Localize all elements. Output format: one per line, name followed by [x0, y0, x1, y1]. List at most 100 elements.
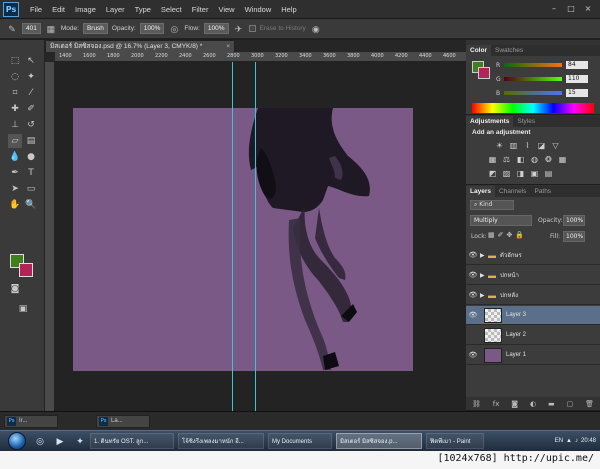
layer-row[interactable]: 👁 ▶ ▬ ตัวอักษร — [466, 246, 600, 265]
taskbar-button[interactable]: 1. ดินทรัย OST. ลูก... — [90, 433, 174, 449]
expand-arrow-icon[interactable]: ▶ — [480, 252, 488, 259]
eraser-tool-icon[interactable]: ✎ — [6, 23, 18, 35]
tab-adjustments[interactable]: Adjustments — [466, 116, 514, 127]
blend-mode-select[interactable]: Multiply — [470, 215, 532, 226]
gradient-tool-icon[interactable]: ▤ — [24, 134, 38, 148]
move-tool-icon[interactable]: ↖ — [24, 54, 38, 68]
tab-swatches[interactable]: Swatches — [491, 45, 527, 56]
menu-file[interactable]: File — [25, 5, 47, 14]
menu-edit[interactable]: Edit — [47, 5, 70, 14]
pen-tool-icon[interactable]: ✒ — [8, 166, 22, 180]
tab-styles[interactable]: Styles — [513, 116, 539, 127]
clone-stamp-tool-icon[interactable]: ⊥ — [8, 118, 22, 132]
crop-tool-icon[interactable]: ⌗ — [8, 86, 22, 100]
mode-select[interactable]: Brush — [82, 23, 108, 34]
eraser-tool-button-icon[interactable]: ▱ — [8, 134, 22, 148]
menu-image[interactable]: Image — [70, 5, 101, 14]
channel-mixer-icon[interactable]: ❂ — [543, 154, 554, 165]
type-tool-icon[interactable]: T — [24, 166, 38, 180]
menu-help[interactable]: Help — [276, 5, 301, 14]
blue-slider-track[interactable] — [504, 91, 562, 95]
invert-icon[interactable]: ◩ — [487, 168, 498, 179]
background-color-swatch[interactable] — [19, 263, 33, 277]
blue-value-input[interactable]: 15 — [566, 89, 588, 97]
color-panel-background[interactable] — [478, 67, 490, 79]
maximize-button[interactable]: □ — [565, 4, 577, 14]
layer-filter-kind[interactable]: ⌕ Kind — [470, 200, 514, 210]
eye-icon[interactable]: 👁 — [466, 291, 480, 299]
browser-icon[interactable]: ◎ — [34, 435, 46, 447]
eye-icon[interactable]: 👁 — [466, 311, 480, 319]
posterize-icon[interactable]: ▨ — [501, 168, 512, 179]
brush-size-picker[interactable]: 401 — [22, 23, 41, 34]
healing-tool-icon[interactable]: ✚ — [8, 102, 22, 116]
tab-channels[interactable]: Channels — [495, 186, 530, 197]
guide-line[interactable] — [232, 62, 233, 411]
green-value-input[interactable]: 110 — [566, 75, 588, 83]
eye-icon[interactable]: 👁 — [466, 251, 480, 259]
eye-icon[interactable]: 👁 — [466, 351, 480, 359]
levels-icon[interactable]: ▥ — [508, 140, 519, 151]
network-icon[interactable]: ▲ — [566, 438, 572, 444]
lasso-tool-icon[interactable]: ◌ — [8, 70, 22, 84]
add-mask-icon[interactable]: ◙ — [511, 400, 518, 408]
menu-layer[interactable]: Layer — [101, 5, 130, 14]
trash-icon[interactable]: 🗑 — [585, 400, 594, 408]
curves-icon[interactable]: ⌇ — [522, 140, 533, 151]
red-slider-track[interactable] — [504, 63, 562, 67]
color-lookup-icon[interactable]: ▦ — [557, 154, 568, 165]
shape-tool-icon[interactable]: ▭ — [24, 182, 38, 196]
tab-color[interactable]: Color — [466, 45, 491, 56]
tab-close-icon[interactable]: × — [226, 41, 230, 52]
layer-row-selected[interactable]: 👁 Layer 3 — [466, 306, 600, 325]
link-layers-icon[interactable]: ⛓ — [472, 400, 481, 408]
menu-window[interactable]: Window — [240, 5, 277, 14]
minimized-doc[interactable]: Ps Ir... — [4, 415, 58, 428]
taskbar-button[interactable]: My Documents — [268, 433, 332, 449]
taskbar-button[interactable]: โจ้ชิงรีงเพลงมาหนัก อี... — [178, 433, 264, 449]
exposure-icon[interactable]: ◪ — [536, 140, 547, 151]
guide-line[interactable] — [255, 62, 256, 411]
layer-opacity-input[interactable]: 100% — [563, 215, 585, 226]
pressure-size-icon[interactable]: ◉ — [310, 23, 322, 35]
brightness-icon[interactable]: ☀ — [494, 140, 505, 151]
gradient-map-icon[interactable]: ▤ — [543, 168, 554, 179]
media-player-icon[interactable]: ▶ — [54, 435, 66, 447]
brush-tool-icon[interactable]: ✐ — [24, 102, 38, 116]
document-tab[interactable]: มิสเตอร์ มิสซิสจอง.psd @ 16.7% (Layer 3,… — [45, 40, 235, 52]
lock-icons[interactable]: ▦✐✥🔒 — [488, 231, 527, 239]
threshold-icon[interactable]: ◨ — [515, 168, 526, 179]
pressure-opacity-icon[interactable]: ◎ — [168, 23, 180, 35]
path-select-tool-icon[interactable]: ➤ — [8, 182, 22, 196]
expand-arrow-icon[interactable]: ▶ — [480, 292, 488, 299]
selective-color-icon[interactable]: ▣ — [529, 168, 540, 179]
brush-panel-icon[interactable]: ▦ — [45, 23, 57, 35]
history-brush-tool-icon[interactable]: ↺ — [24, 118, 38, 132]
green-slider-track[interactable] — [504, 77, 562, 81]
expand-arrow-icon[interactable]: ▶ — [480, 272, 488, 279]
minimize-button[interactable]: – — [548, 4, 560, 14]
quick-select-tool-icon[interactable]: ✦ — [24, 70, 38, 84]
fill-input[interactable]: 100% — [563, 231, 585, 242]
volume-icon[interactable]: ♪ — [575, 438, 578, 444]
layer-row[interactable]: 👁 Layer 1 — [466, 346, 600, 365]
new-layer-icon[interactable]: ▢ — [567, 400, 574, 408]
hue-saturation-icon[interactable]: ▦ — [487, 154, 498, 165]
fx-icon[interactable]: fx — [493, 400, 500, 408]
menu-type[interactable]: Type — [130, 5, 156, 14]
photo-filter-icon[interactable]: ◍ — [529, 154, 540, 165]
close-button[interactable]: × — [582, 4, 594, 14]
tab-paths[interactable]: Paths — [530, 186, 555, 197]
clock[interactable]: 20:48 — [581, 438, 596, 444]
black-white-icon[interactable]: ◧ — [515, 154, 526, 165]
screen-mode-icon[interactable]: ▣ — [16, 302, 30, 316]
marquee-tool-icon[interactable]: ⬚ — [8, 54, 22, 68]
taskbar-button[interactable]: ฟิตพีเมา - Paint — [426, 433, 484, 449]
menu-view[interactable]: View — [213, 5, 239, 14]
canvas[interactable] — [73, 108, 413, 371]
hand-tool-icon[interactable]: ✋ — [8, 198, 22, 212]
menu-select[interactable]: Select — [156, 5, 187, 14]
flow-input[interactable]: 100% — [203, 23, 229, 34]
dodge-tool-icon[interactable]: ● — [24, 150, 38, 164]
vibrance-icon[interactable]: ▽ — [550, 140, 561, 151]
